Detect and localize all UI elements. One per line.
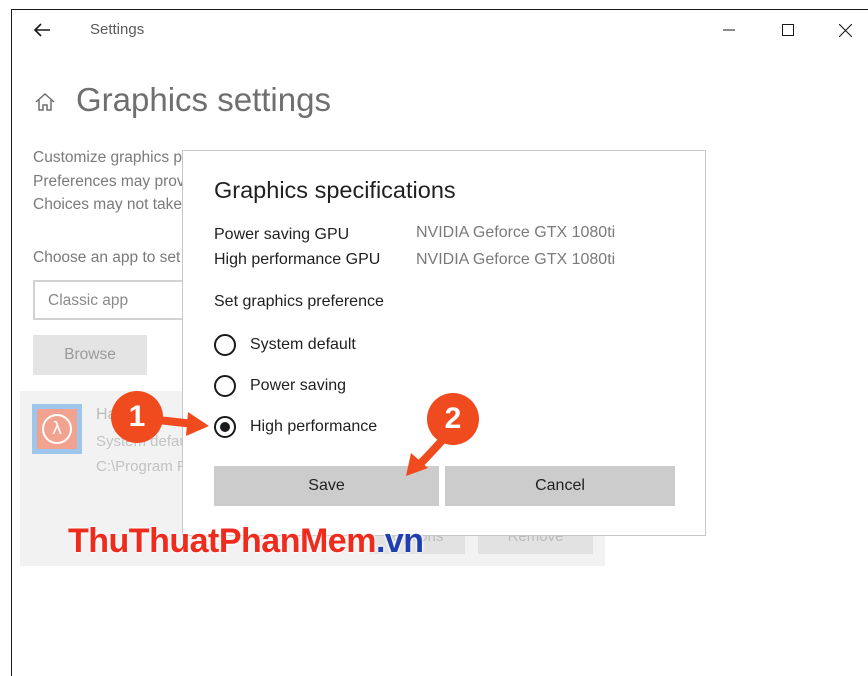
home-icon — [33, 90, 57, 114]
app-type-select-value: Classic app — [48, 292, 129, 309]
window-frame-left — [0, 0, 12, 676]
page-title: Graphics settings — [76, 81, 331, 118]
minimize-icon — [723, 29, 735, 31]
step-badge-2: 2 — [427, 393, 479, 445]
save-button[interactable]: Save — [214, 466, 439, 506]
radio-label: High performance — [250, 418, 378, 435]
radio-button-checked[interactable] — [214, 416, 236, 438]
watermark-logo: ThuThuatPhanMem.vn — [68, 522, 424, 561]
spec-label-high-performance: High performance GPU — [214, 251, 381, 268]
radio-system-default[interactable]: System default — [214, 332, 356, 358]
watermark-part: .vn — [375, 522, 424, 560]
radio-power-saving[interactable]: Power saving — [214, 373, 346, 399]
browse-button[interactable]: Browse — [33, 335, 147, 375]
radio-button[interactable] — [214, 334, 236, 356]
back-arrow-icon[interactable] — [30, 18, 54, 42]
choose-app-label: Choose an app to set preference — [33, 249, 183, 266]
minimize-button[interactable] — [706, 14, 752, 46]
close-button[interactable] — [822, 14, 868, 46]
description-line: Preferences may provide better app perfo… — [33, 172, 183, 190]
radio-high-performance[interactable]: High performance — [214, 414, 377, 440]
description-line: Customize graphics performance preferenc… — [33, 149, 183, 166]
app-type-select[interactable]: Classic app — [33, 280, 203, 320]
lambda-logo-icon: λ — [42, 414, 72, 444]
step-badge-1: 1 — [111, 391, 163, 443]
close-icon — [838, 23, 852, 37]
spec-value-high-performance: NVIDIA Geforce GTX 1080ti — [416, 251, 616, 268]
spec-value-power-saving: NVIDIA Geforce GTX 1080ti — [416, 224, 616, 241]
watermark-part: ThuThuat — [68, 522, 219, 560]
radio-button[interactable] — [214, 375, 236, 397]
watermark-part: PhanMem — [218, 522, 377, 560]
preference-heading: Set graphics preference — [214, 293, 384, 310]
window-frame-top — [11, 0, 868, 10]
maximize-button[interactable] — [765, 14, 811, 46]
page-description: Customize graphics performance preferenc… — [33, 146, 183, 217]
window-title: Settings — [90, 21, 145, 38]
description-line: Choices may not take effect until the ne… — [33, 196, 183, 213]
maximize-icon — [782, 24, 794, 36]
radio-label: System default — [250, 336, 356, 353]
spec-label-power-saving: Power saving GPU — [214, 226, 350, 243]
app-icon: λ — [32, 404, 82, 454]
radio-label: Power saving — [250, 377, 347, 394]
cancel-button[interactable]: Cancel — [445, 466, 675, 506]
dialog-title: Graphics specifications — [214, 177, 456, 203]
